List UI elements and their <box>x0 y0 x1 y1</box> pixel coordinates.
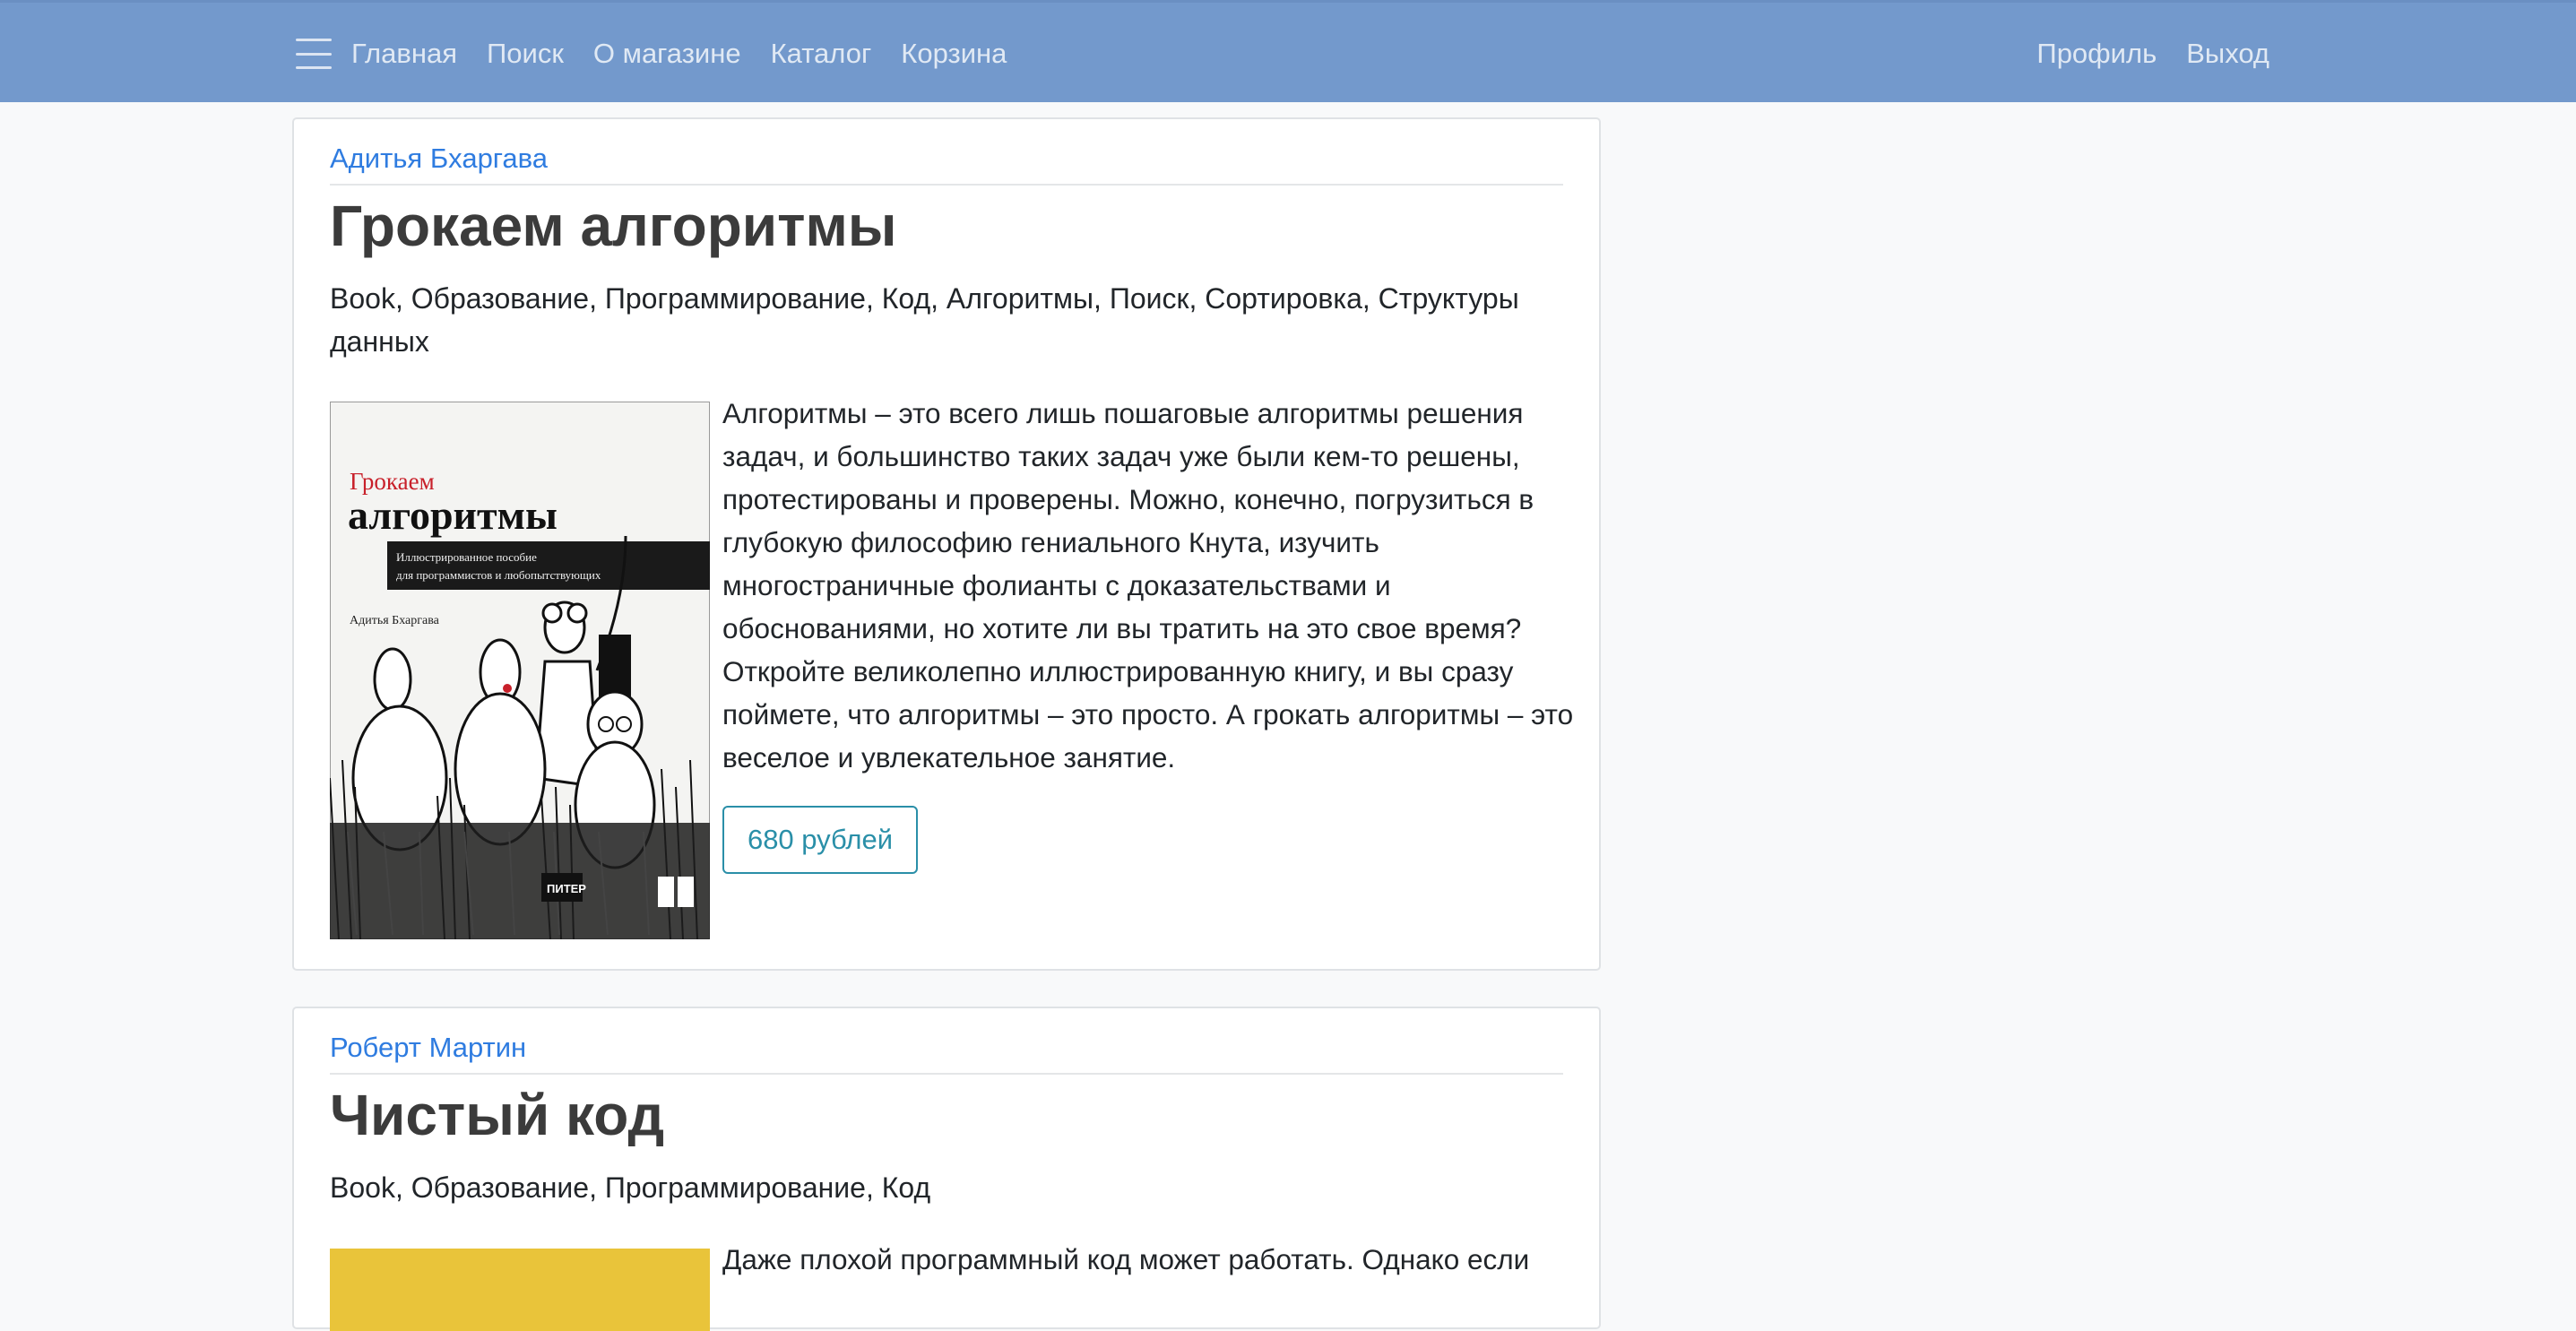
book-description: Даже плохой программный код может работа… <box>722 1243 1530 1275</box>
nav-link-search[interactable]: Поиск <box>487 38 564 70</box>
nav-left-group: Главная Поиск О магазине Каталог Корзина <box>296 3 1036 105</box>
menu-icon[interactable] <box>296 39 332 69</box>
book-cover-image <box>330 1249 710 1331</box>
book-author-link[interactable]: Роберт Мартин <box>330 1032 526 1064</box>
book-title: Чистый код <box>330 1083 665 1147</box>
nav-right-group: Профиль Выход <box>2007 3 2269 105</box>
nav-link-logout[interactable]: Выход <box>2186 38 2269 70</box>
book-card: Адитья Бхаргава Грокаем алгоритмы Book, … <box>292 117 1601 971</box>
nav-link-catalog[interactable]: Каталог <box>771 38 872 70</box>
card-divider <box>330 1073 1563 1075</box>
cover-subtitle-line2: для программистов и любопытствующих <box>396 568 601 582</box>
book-card: Роберт Мартин Чистый код Book, Образован… <box>292 1007 1601 1331</box>
price-button[interactable]: 680 рублей <box>722 806 918 874</box>
cover-publisher: ПИТЕР <box>547 882 586 895</box>
cover-author: Адитья Бхаргава <box>350 614 440 627</box>
cover-subtitle-line1: Иллюстрированное пособие <box>396 550 537 564</box>
book-description: Алгоритмы – это всего лишь пошаговые алг… <box>722 397 1574 774</box>
nav-link-about[interactable]: О магазине <box>593 38 741 70</box>
book-title: Грокаем алгоритмы <box>330 194 897 258</box>
cover-title-line1: Грокаем <box>350 468 435 495</box>
card-divider <box>330 184 1563 186</box>
top-navbar: Главная Поиск О магазине Каталог Корзина… <box>0 0 2576 102</box>
book-cover-image: Грокаем алгоритмы Иллюстрированное пособ… <box>330 402 710 939</box>
book-tags: Book, Образование, Программирование, Код <box>330 1171 931 1204</box>
nav-link-home[interactable]: Главная <box>351 38 457 70</box>
cover-title-line2: алгоритмы <box>348 492 558 538</box>
nav-link-cart[interactable]: Корзина <box>901 38 1007 70</box>
book-author-link[interactable]: Адитья Бхаргава <box>330 143 548 175</box>
book-tags: Book, Образование, Программирование, Код… <box>330 282 1519 358</box>
nav-link-profile[interactable]: Профиль <box>2036 38 2157 70</box>
